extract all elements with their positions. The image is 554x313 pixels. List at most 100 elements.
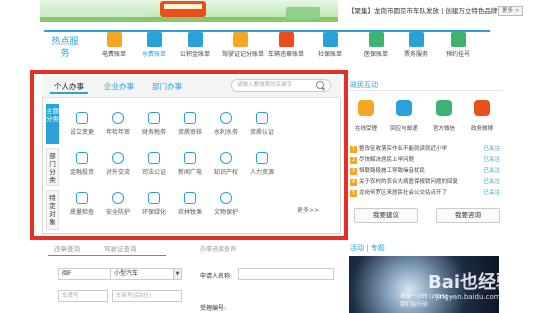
hot-service-label: 驾驶证记分账单 (222, 51, 265, 58)
hot-service-label: 医保账单 (363, 51, 388, 58)
tab-violation-query[interactable]: 违章查询 (54, 243, 80, 253)
question-number: 4 (350, 179, 357, 186)
hot-service-item[interactable]: 水费账单 (136, 32, 172, 58)
category-item[interactable]: 对外交流 (100, 152, 136, 176)
more-categories-link[interactable]: 更多>> (290, 205, 326, 214)
hot-service-item[interactable]: 预约挂号 (440, 32, 476, 58)
category-item[interactable]: 质量检查 (64, 192, 100, 216)
tab-business[interactable]: 企业办事 (100, 80, 138, 94)
car-icon (278, 32, 294, 47)
question-status: 已关注 (483, 146, 500, 152)
hot-service-item[interactable]: 车辆违章账单 (268, 32, 304, 58)
car-type-select[interactable]: 小型汽车 (110, 268, 182, 280)
tab-personal[interactable]: 个人办事 (50, 80, 88, 94)
cube-icon (76, 112, 88, 124)
question-number: 2 (350, 157, 357, 164)
category-label: 质量检查 (69, 209, 94, 216)
hot-service-item[interactable]: 公积金账单 (177, 32, 213, 58)
hot-service-label: 水费账单 (141, 51, 166, 58)
category-item[interactable]: 环保绿化 (136, 192, 172, 216)
interaction-label[interactable]: 官方微信 (427, 124, 461, 132)
category-item[interactable]: 司法公证 (136, 152, 172, 176)
side-tab-theme[interactable]: 主题分类 (46, 104, 59, 144)
home-icon (187, 32, 203, 47)
category-item[interactable]: 年检年审 (100, 112, 136, 136)
grid-icon (450, 32, 466, 47)
category-item[interactable]: 新闻广电 (172, 152, 208, 176)
hot-services-label: 热点服务 (51, 37, 79, 59)
category-item[interactable]: 设立变更 (64, 112, 100, 136)
mail-icon[interactable] (396, 100, 412, 116)
weibo-icon[interactable] (474, 100, 490, 116)
wechat-icon[interactable] (436, 100, 452, 116)
tab-license-query[interactable]: 驾驶证查询 (104, 243, 137, 253)
interaction-label[interactable]: 在线受理 (349, 124, 383, 132)
category-label: 文物保护 (213, 209, 238, 216)
online-icon[interactable] (358, 100, 374, 116)
hammer-icon (148, 152, 160, 164)
hot-service-label: 车辆违章账单 (268, 51, 305, 58)
category-label: 资质审核 (177, 129, 202, 136)
applicant-input[interactable] (238, 268, 334, 280)
hot-service-item[interactable]: 票务服务 (398, 32, 434, 58)
category-item[interactable]: 金融投资 (64, 152, 100, 176)
tab-department[interactable]: 部门办事 (148, 80, 186, 94)
hot-service-item[interactable]: 医保账单 (358, 32, 394, 58)
side-tab-target[interactable]: 特定对象 (46, 190, 59, 230)
question-item[interactable]: 2 尽快解决居民上学问题 已关注 (350, 155, 500, 164)
category-label: 环保绿化 (141, 209, 166, 216)
search-icon[interactable] (316, 81, 324, 89)
category-item[interactable]: 财务税务 (136, 112, 172, 136)
tree-icon (148, 192, 160, 204)
question-item[interactable]: 3 恒联路段施工导致噪音扰民 已关注 (350, 166, 500, 175)
category-item[interactable]: 知识产权 (208, 152, 244, 176)
question-status: 已关注 (483, 179, 500, 185)
interaction-label[interactable]: 政务微博 (465, 124, 499, 132)
shield-icon (112, 192, 124, 204)
suggest-button[interactable]: 我要建议 (354, 208, 418, 223)
news-more-button[interactable]: 更多 > (498, 6, 524, 16)
activity-title: 活动 | 专题 (350, 244, 385, 252)
question-status: 已关注 (483, 168, 500, 174)
hot-service-label: 电费账单 (101, 51, 126, 58)
suggest-button-label: 我要建议 (373, 211, 399, 219)
hot-service-item[interactable]: 驾驶证记分账单 (222, 32, 264, 58)
engine-input[interactable]: 车架号(后6位) (112, 290, 182, 302)
bus-illustration (160, 1, 206, 17)
ship-icon (184, 192, 196, 204)
calendar-icon (112, 112, 124, 124)
hot-service-item[interactable]: 电费账单 (96, 32, 132, 58)
vase-icon (220, 192, 232, 204)
category-item[interactable]: 资质认证 (244, 112, 280, 136)
category-item[interactable]: 水利水务 (208, 112, 244, 136)
side-tab-department[interactable]: 部门分类 (46, 148, 59, 186)
category-item[interactable]: 安全防护 (100, 192, 136, 216)
question-status: 已关注 (483, 157, 500, 163)
category-label: 新闻广电 (177, 169, 202, 176)
category-item[interactable]: 人力资源 (244, 152, 280, 176)
question-item[interactable]: 5 龙岗何罗区来居民社会公交站点开了 已关注 (350, 188, 500, 197)
category-item[interactable]: 农林牧渔 (172, 192, 208, 216)
progress-query-title: 办事进度查询 (200, 246, 237, 253)
question-item[interactable]: 4 关于农村的农合大病医保报销问题的回复 已关注 (350, 177, 500, 186)
question-text: 尽快解决居民上学问题 (359, 157, 415, 163)
consult-button[interactable]: 我要咨询 (436, 208, 500, 223)
category-label: 对外交流 (105, 169, 130, 176)
question-number: 3 (350, 168, 357, 175)
question-text: 龙岗何罗区来居民社会公交站点开了 (359, 190, 448, 196)
interaction-label[interactable]: 回应与邮递 (387, 124, 421, 132)
category-item[interactable]: 资质审核 (172, 112, 208, 136)
leaf-icon (322, 32, 338, 47)
baidu-watermark: Bai也经验 (428, 272, 515, 293)
number-label: 受理编号: (200, 305, 227, 312)
category-label: 设立变更 (69, 129, 94, 136)
category-label: 农林牧渔 (177, 209, 202, 216)
plate-input[interactable]: 车牌号 (58, 290, 108, 302)
hot-service-item[interactable]: 社保账单 (312, 32, 348, 58)
hot-service-label: 公积金账单 (179, 51, 210, 58)
category-item[interactable]: 文物保护 (208, 192, 244, 216)
handshake-icon (112, 152, 124, 164)
category-label: 资质认证 (249, 129, 274, 136)
ticket-icon (408, 32, 424, 47)
question-item[interactable]: 1 整改征收落实作业不能就读就近小学 已关注 (350, 144, 500, 153)
